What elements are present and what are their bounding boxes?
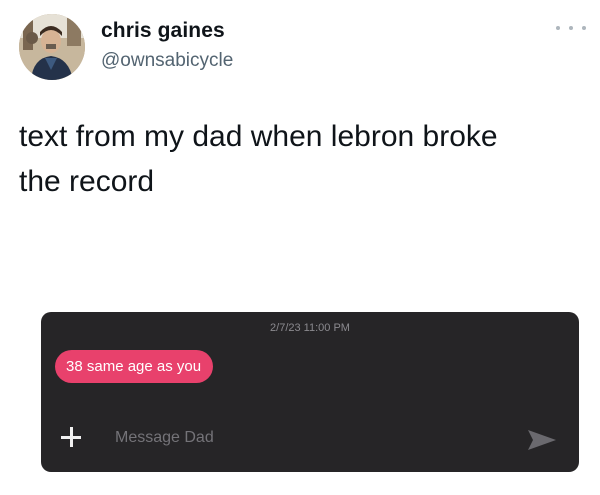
message-bubble: 38 same age as you bbox=[55, 350, 214, 383]
message-timestamp: 2/7/23 11:00 PM bbox=[270, 322, 350, 334]
more-dot bbox=[569, 26, 573, 30]
plus-icon[interactable] bbox=[59, 425, 83, 449]
tweet-card: chris gaines @ownsabicycle text from my … bbox=[0, 0, 600, 495]
avatar-photo bbox=[19, 14, 85, 80]
message-input[interactable] bbox=[115, 424, 495, 452]
author-handle[interactable]: @ownsabicycle bbox=[101, 50, 233, 72]
avatar[interactable] bbox=[19, 14, 85, 80]
more-options-icon[interactable] bbox=[556, 21, 586, 35]
more-dot bbox=[582, 26, 586, 30]
sms-screenshot: 2/7/23 11:00 PM 38 same age as you bbox=[41, 312, 579, 472]
more-dot bbox=[556, 26, 560, 30]
send-arrow-icon[interactable] bbox=[527, 429, 557, 451]
tweet-text: text from my dad when lebron broke the r… bbox=[19, 120, 498, 198]
author-name[interactable]: chris gaines bbox=[101, 19, 225, 43]
